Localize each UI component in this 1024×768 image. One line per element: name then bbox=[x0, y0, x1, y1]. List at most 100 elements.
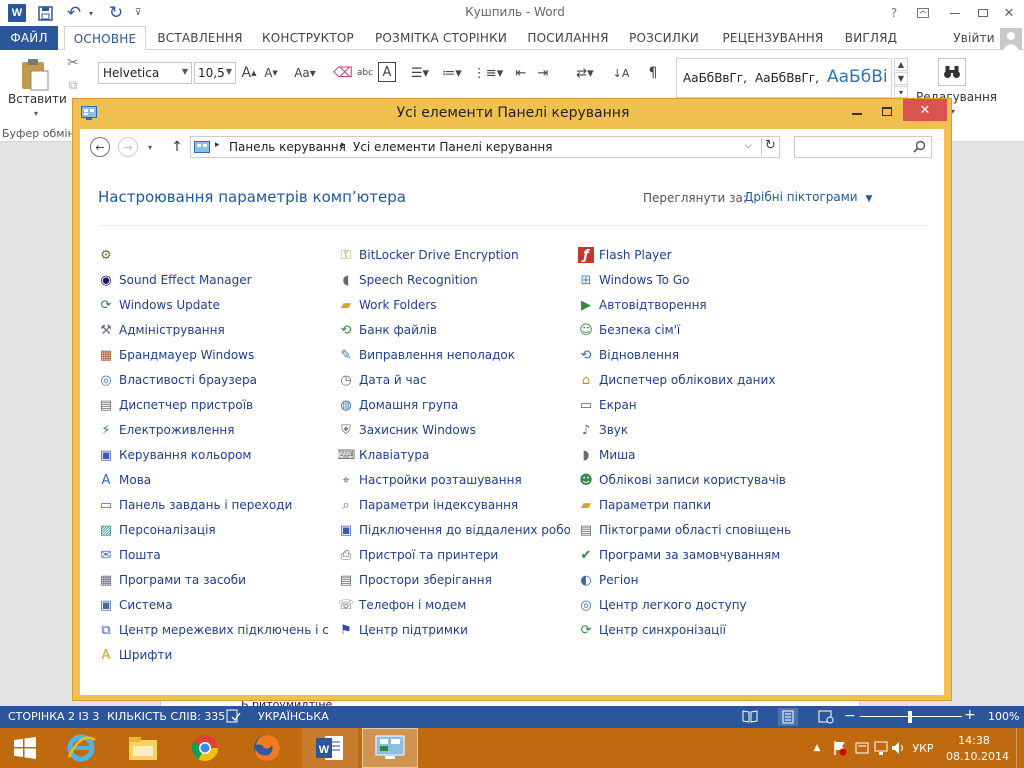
print-layout-icon[interactable] bbox=[778, 708, 798, 726]
strikethrough-abc-icon[interactable]: abc bbox=[356, 62, 374, 84]
control-panel-app-icon[interactable] bbox=[80, 105, 98, 121]
word-taskbar-icon[interactable]: W bbox=[302, 728, 358, 768]
control-panel-item[interactable]: ◷ Дата й час bbox=[338, 369, 570, 391]
clear-formatting-icon[interactable]: ⌫ bbox=[333, 62, 353, 84]
search-input[interactable] bbox=[794, 136, 932, 158]
tab-page-layout[interactable]: РОЗМІТКА СТОРІНКИ bbox=[366, 26, 516, 50]
breadcrumb-all-items[interactable]: Усі елементи Панелі керування bbox=[353, 140, 553, 154]
copy-icon[interactable]: ⧉ bbox=[64, 76, 82, 94]
sign-in-link[interactable]: Увійти bbox=[950, 26, 998, 50]
network-tray-icon[interactable] bbox=[872, 728, 890, 768]
control-panel-item[interactable]: ▶ Автовідтворення bbox=[578, 294, 810, 316]
font-size-dropdown-icon[interactable]: ▼ bbox=[226, 67, 232, 76]
control-panel-item[interactable]: ⚡ Електроживлення bbox=[98, 419, 330, 441]
file-explorer-icon[interactable] bbox=[118, 728, 168, 768]
cp-minimize-button[interactable] bbox=[843, 101, 871, 121]
undo-dropdown-icon[interactable]: ▾ bbox=[86, 5, 96, 21]
change-case-icon[interactable]: Aa▾ bbox=[290, 62, 320, 84]
binoculars-icon[interactable] bbox=[938, 58, 966, 86]
volume-tray-icon[interactable] bbox=[890, 728, 908, 768]
numbering-icon[interactable]: ≔▾ bbox=[440, 62, 464, 84]
bullets-icon[interactable]: ☰▾ bbox=[408, 62, 432, 84]
breadcrumb-separator-icon[interactable]: ▸ bbox=[215, 140, 220, 150]
page-count[interactable]: СТОРІНКА 2 ІЗ 3 bbox=[8, 710, 99, 723]
forward-button[interactable]: → bbox=[118, 137, 138, 157]
paste-button-label[interactable]: Вставити bbox=[8, 92, 67, 106]
internet-explorer-icon[interactable] bbox=[56, 728, 106, 768]
control-panel-item[interactable]: ⚙ bbox=[98, 244, 330, 266]
styles-more-icon[interactable]: ▾ bbox=[894, 86, 908, 98]
control-panel-item[interactable]: ⎙ Пристрої та принтери bbox=[338, 544, 570, 566]
control-panel-item[interactable]: ▣ Система bbox=[98, 594, 330, 616]
control-panel-item[interactable]: ▦ Програми та засоби bbox=[98, 569, 330, 591]
control-panel-item[interactable]: ⛨ Захисник Windows bbox=[338, 419, 570, 441]
control-panel-item[interactable]: ⧉ Центр мережевих підключень і спі... bbox=[98, 619, 330, 641]
up-button[interactable]: ↑ bbox=[168, 137, 186, 157]
paste-dropdown-icon[interactable]: ▾ bbox=[30, 108, 42, 118]
shrink-font-icon[interactable]: A ▼ bbox=[262, 62, 280, 84]
minimize-button[interactable] bbox=[942, 3, 968, 23]
control-panel-item[interactable]: ⌖ Настройки розташування bbox=[338, 469, 570, 491]
language-indicator[interactable]: УКРАЇНСЬКА bbox=[258, 710, 329, 723]
breadcrumb-control-panel[interactable]: Панель керування bbox=[229, 140, 346, 154]
view-by-dropdown[interactable]: Дрібні піктограми ▼ bbox=[744, 190, 872, 204]
firefox-icon[interactable] bbox=[242, 728, 292, 768]
address-dropdown-icon[interactable]: ⌵ bbox=[745, 141, 752, 151]
control-panel-item[interactable]: ▣ Керування кольором bbox=[98, 444, 330, 466]
control-panel-item[interactable]: ▤ Простори зберігання bbox=[338, 569, 570, 591]
control-panel-item[interactable]: ✔ Програми за замовчуванням bbox=[578, 544, 810, 566]
recent-locations-icon[interactable]: ▾ bbox=[144, 139, 156, 155]
word-logo-icon[interactable]: W bbox=[8, 4, 26, 22]
control-panel-item[interactable]: A Мова bbox=[98, 469, 330, 491]
undo-icon[interactable]: ↶ bbox=[64, 3, 84, 23]
control-panel-item[interactable]: ◖ Speech Recognition bbox=[338, 269, 570, 291]
grow-font-icon[interactable]: A ▲ bbox=[240, 62, 258, 84]
cp-close-button[interactable]: ✕ bbox=[903, 99, 947, 121]
control-panel-item[interactable]: ▤ Піктограми області сповіщень bbox=[578, 519, 810, 541]
start-button[interactable] bbox=[0, 728, 50, 768]
back-button[interactable]: ← bbox=[90, 137, 110, 157]
styles-scroll-up-icon[interactable]: ▲ bbox=[894, 58, 908, 71]
tab-design[interactable]: КОНСТРУКТОР bbox=[256, 26, 360, 50]
text-direction-icon[interactable]: ⇄▾ bbox=[570, 62, 600, 84]
control-panel-item[interactable]: ⌕ Параметри індексування bbox=[338, 494, 570, 516]
save-icon[interactable] bbox=[36, 4, 54, 22]
zoom-slider-thumb[interactable] bbox=[908, 711, 912, 723]
control-panel-item[interactable]: ◎ Властивості браузера bbox=[98, 369, 330, 391]
multilevel-list-icon[interactable]: ⋮≡▾ bbox=[473, 62, 503, 84]
tab-review[interactable]: РЕЦЕНЗУВАННЯ bbox=[716, 26, 830, 50]
control-panel-item[interactable]: ▤ Диспетчер пристроїв bbox=[98, 394, 330, 416]
help-button[interactable]: ? bbox=[884, 3, 904, 23]
control-panel-taskbar-icon[interactable] bbox=[362, 728, 418, 768]
style-normal[interactable]: АаБбВвГг, bbox=[683, 71, 747, 85]
control-panel-item[interactable]: ⟲ Банк файлів bbox=[338, 319, 570, 341]
sort-icon[interactable]: ↓A bbox=[612, 62, 630, 84]
word-count[interactable]: КІЛЬКІСТЬ СЛІВ: 335 bbox=[107, 710, 225, 723]
ribbon-display-options-icon[interactable] bbox=[912, 3, 934, 23]
control-panel-item[interactable]: ◐ Регіон bbox=[578, 569, 810, 591]
control-panel-item[interactable]: ▦ Брандмауер Windows bbox=[98, 344, 330, 366]
control-panel-item[interactable]: ▣ Підключення до віддалених робоч... bbox=[338, 519, 570, 541]
control-panel-item[interactable]: ✉ Пошта bbox=[98, 544, 330, 566]
control-panel-item[interactable]: ☻ Облікові записи користувачів bbox=[578, 469, 810, 491]
clock-date[interactable]: 08.10.2014 bbox=[946, 750, 1009, 763]
control-panel-item[interactable]: ◉ Sound Effect Manager bbox=[98, 269, 330, 291]
cp-maximize-button[interactable] bbox=[873, 101, 901, 121]
control-panel-item[interactable]: ⚿ BitLocker Drive Encryption bbox=[338, 244, 570, 266]
cut-icon[interactable]: ✂ bbox=[64, 54, 82, 72]
show-marks-icon[interactable]: ¶ bbox=[644, 62, 662, 84]
tab-file[interactable]: ФАЙЛ bbox=[0, 26, 58, 50]
control-panel-item[interactable]: ⚒ Адміністрування bbox=[98, 319, 330, 341]
read-mode-icon[interactable] bbox=[742, 709, 758, 725]
avatar[interactable] bbox=[1000, 28, 1022, 50]
tab-mailings[interactable]: РОЗСИЛКИ bbox=[622, 26, 706, 50]
font-size-box[interactable]: 10,5 ▼ bbox=[194, 62, 236, 84]
search-icon[interactable] bbox=[913, 140, 926, 156]
control-panel-item[interactable]: A Шрифти bbox=[98, 644, 330, 666]
action-center-icon[interactable] bbox=[830, 728, 850, 768]
control-panel-item[interactable]: ✎ Виправлення неполадок bbox=[338, 344, 570, 366]
styles-gallery[interactable]: АаБбВвГг, АаБбВвГг, АаБбВі bbox=[676, 58, 892, 98]
control-panel-item[interactable]: ▨ Персоналізація bbox=[98, 519, 330, 541]
control-panel-item[interactable]: ⊞ Windows To Go bbox=[578, 269, 810, 291]
clock-time[interactable]: 14:38 bbox=[946, 734, 1002, 747]
